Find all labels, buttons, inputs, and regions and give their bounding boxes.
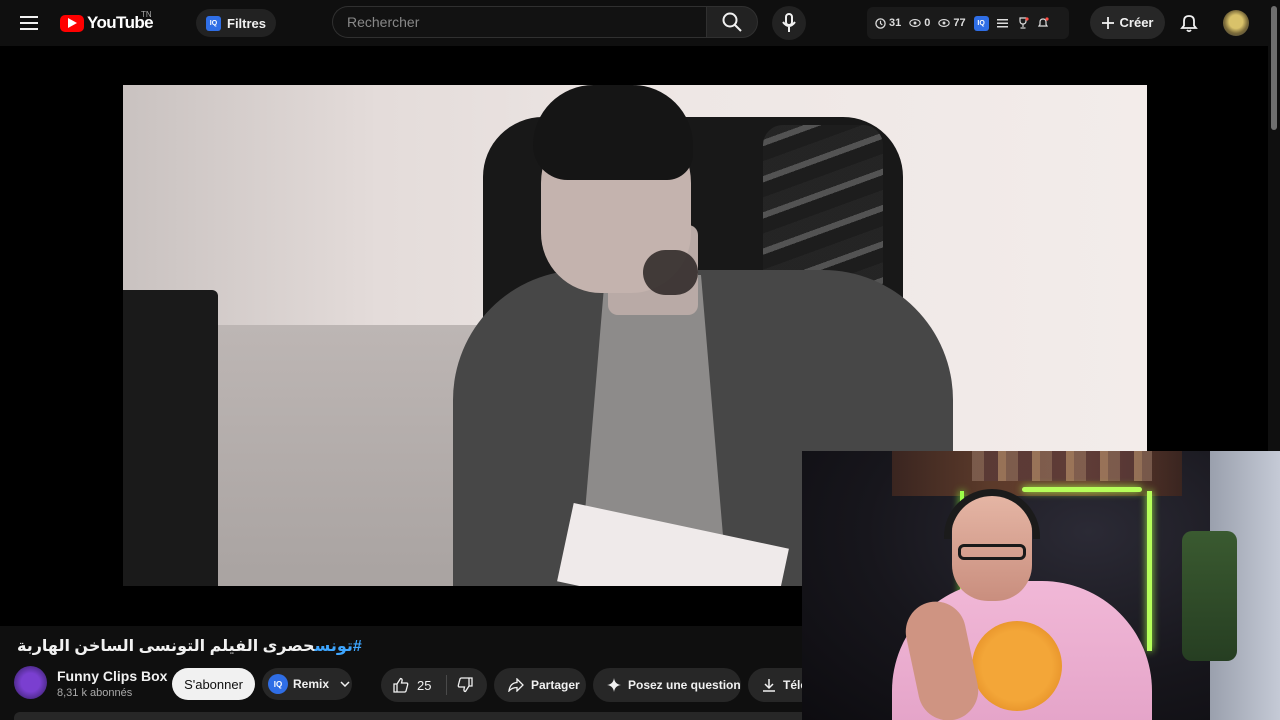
extension-iq-icon: IQ [268, 674, 288, 694]
stat-views-a[interactable]: 0 [909, 17, 930, 29]
notifications-button[interactable] [1176, 10, 1202, 36]
background-plant [1182, 531, 1237, 661]
chevron-down-icon[interactable] [340, 681, 350, 687]
share-icon [508, 678, 524, 692]
youtube-logo[interactable]: YouTube [60, 12, 154, 34]
channel-avatar[interactable] [14, 666, 47, 699]
person-hair [533, 85, 693, 180]
sparkle-icon [607, 678, 621, 692]
like-dislike-group: 25 [381, 668, 487, 702]
plus-icon [1101, 16, 1114, 29]
stat-value: 77 [953, 17, 966, 29]
webcam-overlay [802, 451, 1280, 720]
stat-watch-time[interactable]: 31 [875, 17, 901, 29]
menu-icon[interactable] [14, 8, 46, 38]
search-icon [722, 12, 742, 32]
eye-icon [938, 19, 951, 27]
clock-icon [875, 17, 886, 29]
thumbs-down-icon [457, 677, 473, 693]
headphones [944, 489, 1040, 539]
filters-label: Filtres [227, 15, 267, 31]
search-input[interactable] [332, 6, 706, 38]
remix-button[interactable]: IQ Remix [262, 668, 352, 700]
youtube-play-icon [60, 14, 84, 32]
microphone-icon [782, 13, 796, 32]
stat-value: 0 [924, 17, 931, 29]
title-text: حصرى الفيلم التونسى الساخن الهاربة [17, 638, 315, 655]
masthead: YouTube TN IQ Filtres 31 0 77 IQ Créer [0, 0, 1268, 46]
scrollbar-thumb[interactable] [1271, 6, 1277, 130]
thumbs-up-icon [393, 677, 409, 693]
like-count: 25 [417, 677, 432, 693]
share-label: Partager [531, 678, 580, 692]
list-icon[interactable] [996, 18, 1009, 28]
title-hashtag-link[interactable]: #تونس [315, 638, 362, 655]
extension-stats-bar[interactable]: 31 0 77 IQ [867, 7, 1069, 39]
person-beard [643, 250, 698, 295]
like-button[interactable]: 25 [393, 668, 431, 702]
video-title: #تونسحصرى الفيلم التونسى الساخن الهاربة [17, 636, 777, 656]
led-strip-right [1147, 491, 1152, 651]
extension-iq-icon: IQ [206, 15, 221, 31]
remix-label: Remix [293, 677, 330, 691]
monitor-silhouette [123, 290, 218, 586]
share-button[interactable]: Partager [494, 668, 586, 702]
eye-icon [909, 19, 921, 27]
led-strip-top [1022, 487, 1142, 492]
description-box-edge[interactable] [14, 712, 814, 720]
shirt-print [972, 621, 1062, 711]
like-divider [446, 675, 447, 695]
extension-iq-icon[interactable]: IQ [973, 15, 989, 31]
dislike-button[interactable] [457, 668, 473, 702]
ask-question-label: Posez une question [628, 678, 741, 692]
create-label: Créer [1119, 15, 1154, 30]
bell-icon [1180, 15, 1198, 33]
stat-views-b[interactable]: 77 [938, 17, 966, 29]
subscribe-button[interactable]: S'abonner [172, 668, 255, 700]
create-button[interactable]: Créer [1090, 6, 1165, 39]
shelf-collectibles [972, 451, 1152, 481]
download-icon [763, 679, 775, 692]
ask-question-button[interactable]: Posez une question [593, 668, 741, 702]
search-button[interactable] [706, 6, 758, 38]
notification-alert-icon[interactable] [1037, 17, 1049, 29]
glasses [958, 544, 1026, 560]
channel-name[interactable]: Funny Clips Box [57, 668, 167, 684]
subscriber-count: 8,31 k abonnés [57, 687, 133, 699]
filters-button[interactable]: IQ Filtres [196, 9, 277, 37]
trophy-icon[interactable] [1017, 17, 1029, 29]
stat-value: 31 [889, 17, 902, 29]
country-code: TN [141, 10, 152, 19]
voice-search-button[interactable] [772, 6, 806, 40]
user-avatar[interactable] [1223, 10, 1249, 36]
